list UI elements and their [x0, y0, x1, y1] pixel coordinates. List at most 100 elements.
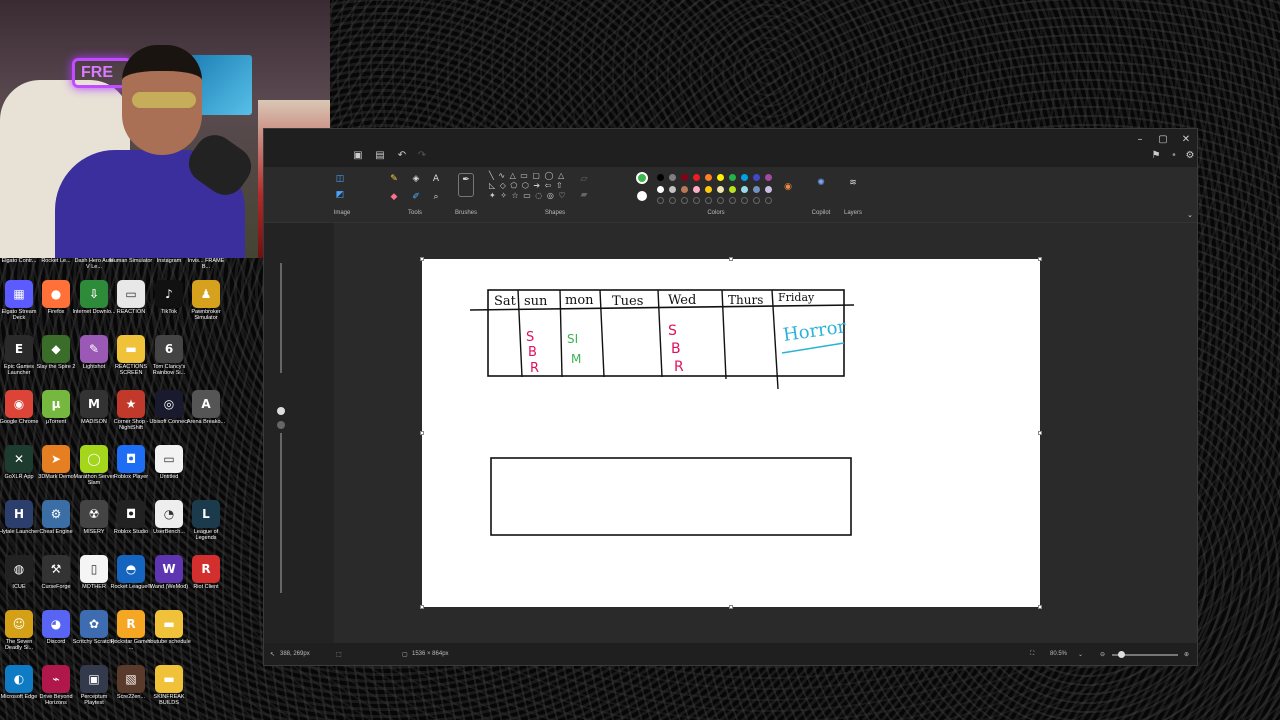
desktop-icon[interactable]: ✕ GoXLR App: [0, 445, 38, 480]
desktop-icon[interactable]: ♪ TikTok: [150, 280, 188, 315]
palette-swatch[interactable]: [693, 174, 700, 181]
brush-icon[interactable]: ✒: [458, 173, 474, 197]
edit-colors-icon[interactable]: ◉: [782, 181, 794, 193]
custom-color-slot[interactable]: [729, 197, 736, 204]
desktop-icon[interactable]: ✎ Lightshot: [75, 335, 113, 370]
text-icon[interactable]: A: [430, 173, 442, 185]
outline-icon[interactable]: ▱: [578, 173, 590, 185]
share-icon[interactable]: ⚑: [1148, 149, 1164, 163]
palette-swatch[interactable]: [657, 186, 664, 193]
settings-icon[interactable]: ⚙: [1182, 149, 1198, 163]
palette-swatch[interactable]: [705, 174, 712, 181]
desktop-icon[interactable]: E Epic Games Launcher: [0, 335, 38, 376]
desktop-icon[interactable]: ▬ Youtube schedule: [147, 610, 191, 645]
desktop-icon[interactable]: ◘ Roblox Studio: [112, 500, 150, 535]
resize-handle[interactable]: [420, 431, 424, 435]
palette-swatch[interactable]: [729, 186, 736, 193]
resize-handle[interactable]: [729, 257, 733, 261]
palette-swatch[interactable]: [717, 174, 724, 181]
secondary-color-swatch[interactable]: [637, 191, 647, 201]
desktop-icon[interactable]: ● Firefox: [37, 280, 75, 315]
desktop-icon[interactable]: ⚒ CurseForge: [37, 555, 75, 590]
desktop-icon[interactable]: ◆ Slay the Spire 2: [37, 335, 75, 370]
zoom-in-icon[interactable]: ⊕: [1184, 651, 1189, 658]
resize-handle[interactable]: [1038, 431, 1042, 435]
custom-color-slot[interactable]: [705, 197, 712, 204]
custom-color-slot[interactable]: [717, 197, 724, 204]
desktop-icon[interactable]: W Wand (WeMod): [150, 555, 188, 590]
open-icon[interactable]: ▤: [372, 149, 388, 163]
desktop-icon[interactable]: ▭ REACTION: [112, 280, 150, 315]
desktop-icon[interactable]: ◓ Rocket League®: [110, 555, 152, 590]
resize-handle[interactable]: [729, 605, 733, 609]
selected-color-swatch[interactable]: [636, 172, 648, 184]
desktop-icon[interactable]: M MADISON: [75, 390, 113, 425]
desktop-icon[interactable]: ◐ Microsoft Edge: [0, 665, 38, 700]
palette-swatch[interactable]: [669, 174, 676, 181]
select-icon[interactable]: ◫: [334, 173, 346, 185]
fill-icon[interactable]: ◈: [410, 173, 422, 185]
desktop-icon[interactable]: ⇩ Internet Downlo...: [72, 280, 116, 315]
minimize-button[interactable]: –: [1132, 133, 1148, 147]
collapse-ribbon-icon[interactable]: ⌄: [1184, 209, 1196, 221]
palette-swatch[interactable]: [765, 186, 772, 193]
desktop-icon[interactable]: ▭ Untitled: [150, 445, 188, 480]
palette-swatch[interactable]: [681, 174, 688, 181]
slider-thumb[interactable]: [277, 407, 285, 415]
custom-color-slot[interactable]: [765, 197, 772, 204]
zoom-slider-thumb[interactable]: [1118, 651, 1125, 658]
desktop-icon[interactable]: ◘ Roblox Player: [112, 445, 150, 480]
desktop-icon[interactable]: L League of Legends: [187, 500, 225, 541]
desktop-icon[interactable]: ◕ Discord: [37, 610, 75, 645]
eraser-icon[interactable]: ◆: [388, 191, 400, 203]
desktop-icon[interactable]: ▬ REACTIONS SCREEN: [112, 335, 150, 376]
palette-swatch[interactable]: [741, 174, 748, 181]
custom-color-slot[interactable]: [681, 197, 688, 204]
desktop-icon[interactable]: ▯ MOTHER: [75, 555, 113, 590]
vertical-slider-track[interactable]: [280, 263, 282, 373]
desktop-icon[interactable]: ▦ Elgato Stream Deck: [0, 280, 38, 321]
drawing-canvas[interactable]: Sat sun mon Tues Wed Thurs Friday S B R …: [422, 259, 1040, 607]
zoom-dropdown-icon[interactable]: ⌄: [1078, 651, 1083, 658]
desktop-icon[interactable]: R Rockstar Games ...: [111, 610, 151, 651]
desktop-icon[interactable]: ▣ Perceptum Playtest: [75, 665, 113, 706]
desktop-icon[interactable]: R Riot Client: [187, 555, 225, 590]
desktop-icon[interactable]: ✿ Scritchy Scratchy: [73, 610, 115, 645]
custom-color-slot[interactable]: [741, 197, 748, 204]
palette-swatch[interactable]: [753, 174, 760, 181]
desktop-icon[interactable]: ◉ Google Chrome: [0, 390, 38, 425]
desktop-icon[interactable]: ➤ 3DMark Demo: [37, 445, 75, 480]
desktop-icon[interactable]: ☢ MISERY: [75, 500, 113, 535]
desktop-icon[interactable]: ◎ Ubisoft Connect: [149, 390, 189, 425]
layers-icon[interactable]: ≋: [847, 177, 859, 189]
resize-handle[interactable]: [1038, 257, 1042, 261]
palette-swatch[interactable]: [753, 186, 760, 193]
copilot-icon[interactable]: ✺: [815, 177, 827, 189]
save-icon[interactable]: ▣: [350, 149, 366, 163]
palette-swatch[interactable]: [681, 186, 688, 193]
close-button[interactable]: ✕: [1178, 133, 1194, 147]
slider-thumb-2[interactable]: [277, 421, 285, 429]
desktop-icon[interactable]: ◔ UserBench...: [150, 500, 188, 535]
custom-color-slot[interactable]: [669, 197, 676, 204]
palette-swatch[interactable]: [669, 186, 676, 193]
desktop-icon[interactable]: ⌁ Drive Beyond Horizons: [37, 665, 75, 706]
desktop-icon[interactable]: ◯ Marathon Server Slam: [74, 445, 114, 486]
palette-swatch[interactable]: [657, 174, 664, 181]
fit-to-window-icon[interactable]: ⛶: [1030, 651, 1034, 658]
palette-swatch[interactable]: [741, 186, 748, 193]
redo-icon[interactable]: ↷: [414, 149, 430, 163]
magnifier-icon[interactable]: ⌕: [430, 191, 442, 203]
desktop-icon[interactable]: H Hytale Launcher: [0, 500, 39, 535]
desktop-icon[interactable]: A Arena Breako...: [187, 390, 225, 425]
desktop-icon[interactable]: ◍ ICUE: [0, 555, 38, 590]
palette-swatch[interactable]: [765, 174, 772, 181]
desktop-icon[interactable]: ⚙ Cheat Engine: [37, 500, 75, 535]
vertical-slider-track-2[interactable]: [280, 433, 282, 593]
undo-icon[interactable]: ↶: [394, 149, 410, 163]
palette-swatch[interactable]: [705, 186, 712, 193]
custom-color-slot[interactable]: [657, 197, 664, 204]
resize-handle[interactable]: [420, 257, 424, 261]
desktop-icon[interactable]: ▧ Scre22en...: [112, 665, 150, 700]
zoom-out-icon[interactable]: ⊖: [1100, 651, 1105, 658]
